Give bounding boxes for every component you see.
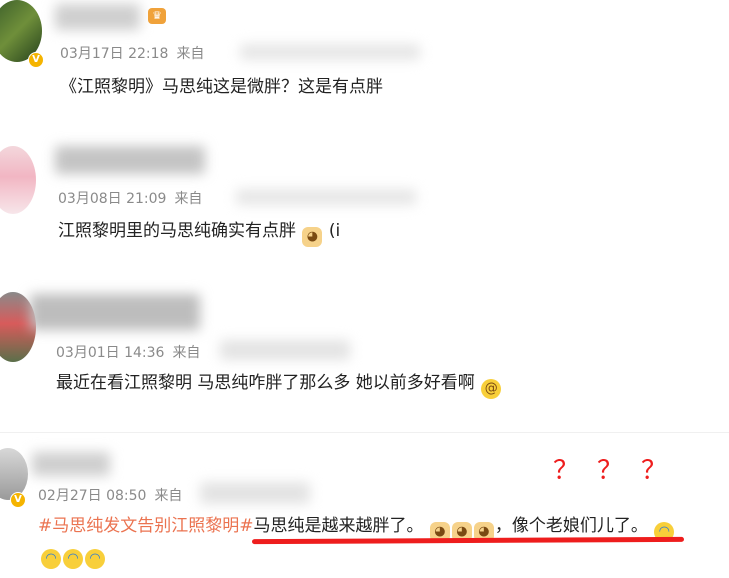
source-label: 来自 [154, 488, 183, 504]
laugh-cry-emoji-icon: ◠ [63, 549, 83, 569]
dog-face-emoji-icon: ◕ [302, 227, 323, 247]
comment-meta: 03月08日 21:09 来自 [58, 188, 210, 208]
comment-text-second: ，像个老娘们儿了。 [494, 516, 648, 536]
blurred-username[interactable] [30, 294, 200, 330]
verified-badge-icon: V [10, 492, 26, 508]
blurred-username[interactable] [55, 4, 140, 30]
comment-text-main: 江照黎明里的马思纯确实有点胖 [58, 221, 296, 241]
source-label: 来自 [176, 46, 205, 62]
avatar[interactable] [0, 146, 36, 214]
comment-meta: 03月17日 22:18 来自 [60, 43, 212, 63]
comment-item-2: 03月08日 21:09 来自 江照黎明里的马思纯确实有点胖 ◕ (i [0, 140, 729, 260]
comment-meta: 03月01日 14:36 来自 [56, 342, 208, 362]
blurred-source [236, 189, 416, 205]
comment-text-trailing: (i [328, 221, 341, 241]
laugh-cry-emoji-icon: ◠ [85, 549, 105, 569]
comment-text: 最近在看江照黎明 马思纯咋胖了那么多 她以前多好看啊 @ [56, 368, 502, 399]
divider [0, 432, 729, 433]
emoji-row: ◠ ◠ ◠ [40, 543, 106, 569]
comment-text-main: 马思纯是越来越胖了。 [253, 516, 424, 536]
blurred-username[interactable] [55, 146, 205, 174]
verified-badge-icon: V [28, 52, 44, 68]
laugh-cry-emoji-icon: ◠ [41, 549, 61, 569]
comment-text-main: 最近在看江照黎明 马思纯咋胖了那么多 她以前多好看啊 [56, 373, 475, 393]
comment-text: 江照黎明里的马思纯确实有点胖 ◕ (i [58, 216, 340, 247]
question-marks-annotation: ？？？ [553, 456, 686, 486]
blurred-source [220, 340, 350, 360]
crown-icon: ♛ [148, 8, 166, 24]
comment-meta: 02月27日 08:50 来自 [38, 485, 190, 505]
comment-item-3: 03月01日 14:36 来自 最近在看江照黎明 马思纯咋胖了那么多 她以前多好看… [0, 288, 729, 408]
blurred-source [200, 482, 310, 504]
blurred-username[interactable] [32, 452, 110, 476]
timestamp: 02月27日 08:50 [38, 488, 147, 504]
topic-hashtag-link[interactable]: #马思纯发文告别江照黎明# [38, 516, 254, 536]
comment-text: 《江照黎明》马思纯这是微胖？这是有点胖 [60, 77, 383, 97]
source-label: 来自 [174, 191, 203, 207]
dizzy-face-emoji-icon: @ [481, 379, 502, 399]
comment-item-1: V ♛ 03月17日 22:18 来自 《江照黎明》马思纯这是微胖？这是有点胖 [0, 0, 729, 115]
blurred-source [240, 44, 420, 60]
timestamp: 03月01日 14:36 [56, 345, 165, 361]
source-label: 来自 [172, 345, 201, 361]
timestamp: 03月17日 22:18 [60, 46, 169, 62]
timestamp: 03月08日 21:09 [58, 191, 167, 207]
